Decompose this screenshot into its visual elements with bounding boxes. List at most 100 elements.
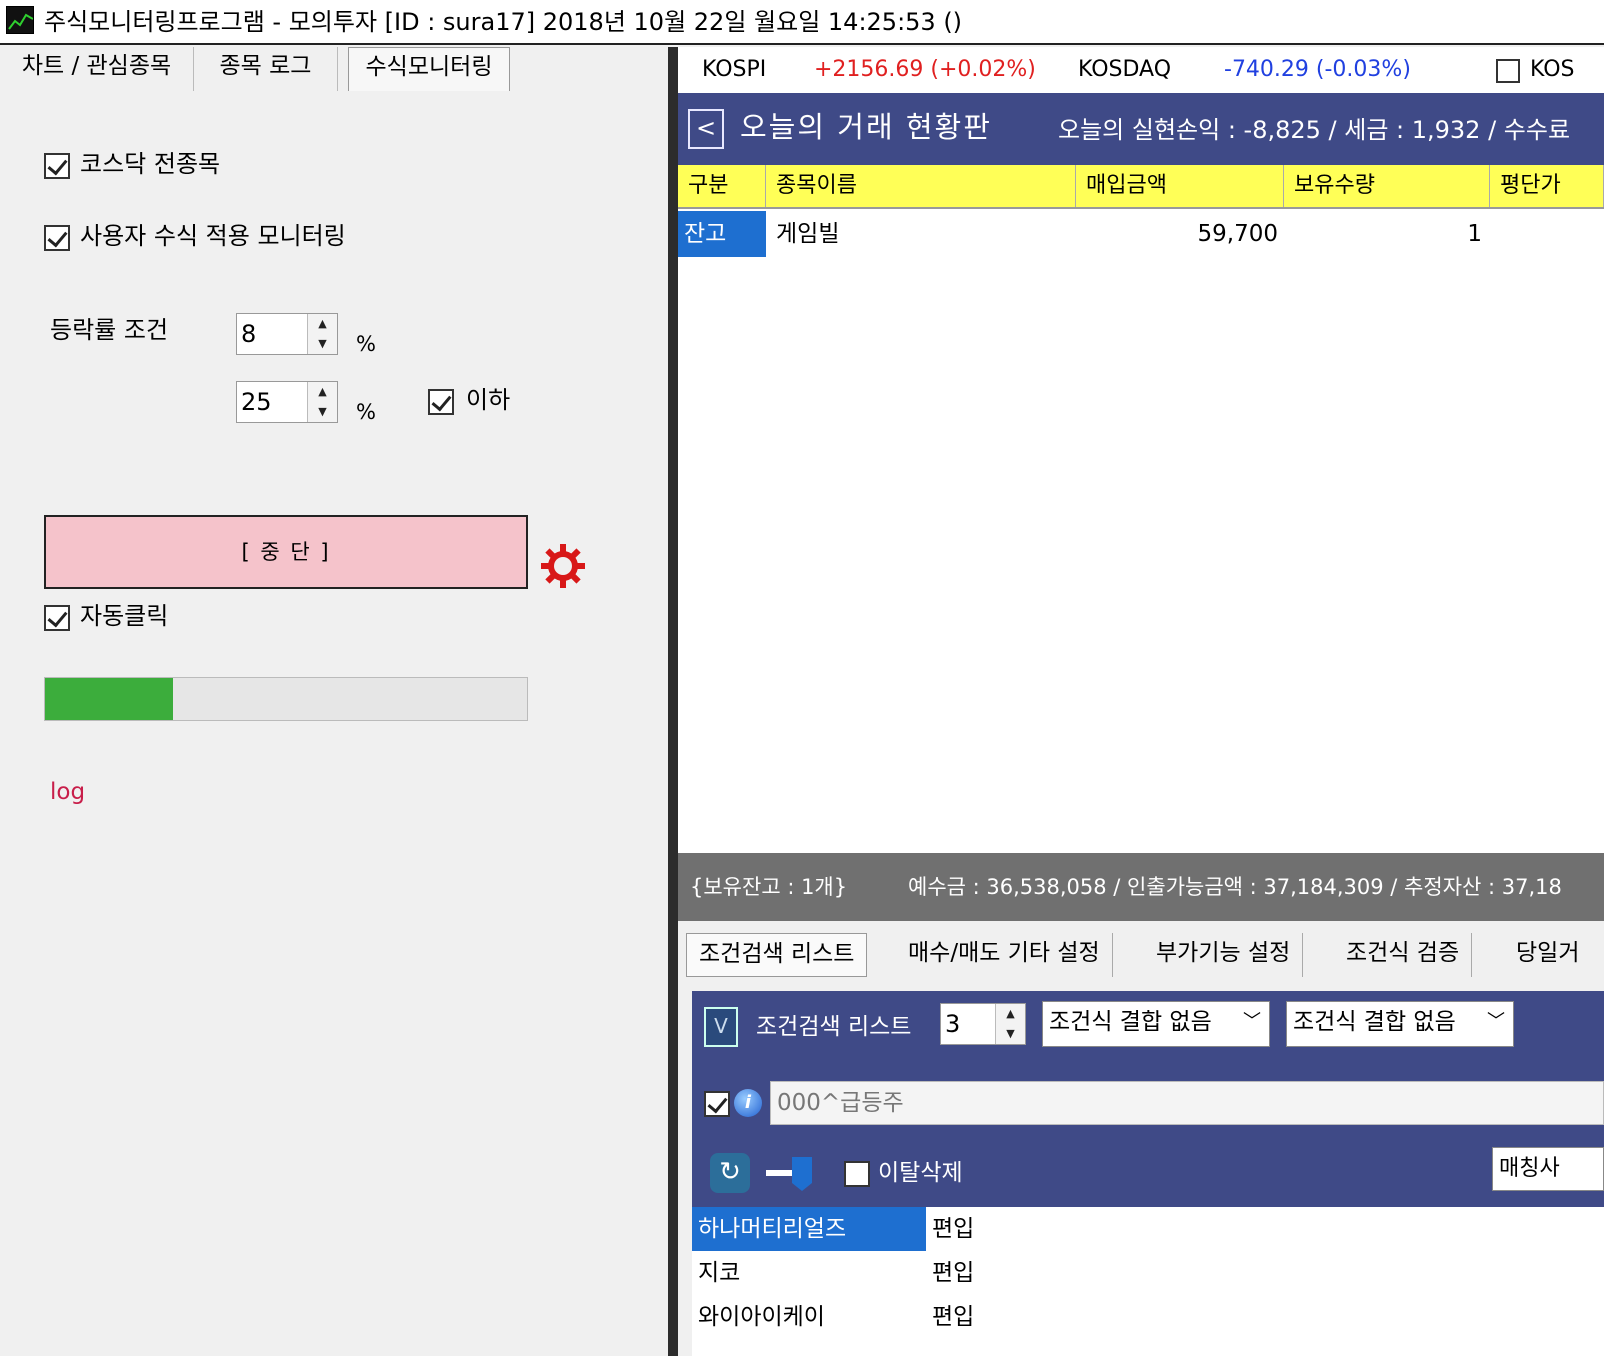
panel-splitter[interactable] bbox=[668, 47, 678, 1356]
list-item[interactable]: 지코 편입 bbox=[692, 1251, 1604, 1295]
kos-checkbox[interactable] bbox=[1496, 59, 1520, 83]
row-amount[interactable]: 59,700 bbox=[1076, 211, 1278, 257]
tab-stock-log[interactable]: 종목 로그 bbox=[194, 47, 338, 91]
result-list: 하나머티리얼즈 편입 지코 편입 와이아이케이 편입 bbox=[692, 1207, 1604, 1356]
list-item[interactable]: 하나머티리얼즈 편입 bbox=[692, 1207, 1604, 1251]
row-type[interactable]: 잔고 bbox=[678, 211, 766, 257]
column-header[interactable]: 종목이름 bbox=[766, 165, 1076, 207]
right-panel: KOSPI +2156.69 (+0.02%) KOSDAQ -740.29 (… bbox=[678, 47, 1604, 1356]
gear-icon bbox=[541, 544, 585, 588]
result-name[interactable]: 하나머티리얼즈 bbox=[692, 1207, 926, 1251]
row-qty[interactable]: 1 bbox=[1284, 211, 1482, 257]
tab-today[interactable]: 당일거 bbox=[1504, 933, 1591, 977]
row-stock-name[interactable]: 게임빌 bbox=[776, 211, 839, 257]
board-title: 오늘의 거래 현황판 bbox=[740, 110, 992, 144]
kospi-label: KOSPI bbox=[702, 57, 767, 82]
spin-down-icon[interactable]: ▼ bbox=[996, 1024, 1025, 1044]
spin-down-icon[interactable]: ▼ bbox=[308, 402, 337, 422]
spin-down-icon[interactable]: ▼ bbox=[308, 334, 337, 354]
table-row[interactable]: 잔고 게임빌 59,700 1 bbox=[678, 211, 1604, 257]
query-input[interactable]: 000^급등주 bbox=[770, 1081, 1604, 1125]
below-label: 이하 bbox=[466, 386, 511, 414]
table-header: 구분 종목이름 매입금액 보유수량 평단가 bbox=[678, 165, 1604, 209]
app-chart-icon bbox=[6, 6, 34, 34]
auto-click-label: 자동클릭 bbox=[80, 602, 169, 630]
tools-row: ↻ 이탈삭제 매칭사 bbox=[692, 1141, 1604, 1207]
condition-list-label: 조건검색 리스트 bbox=[756, 1014, 912, 1040]
back-button[interactable]: < bbox=[688, 109, 724, 149]
result-status: 편입 bbox=[932, 1260, 975, 1286]
stop-button[interactable]: [ 중 단 ] bbox=[44, 515, 528, 589]
title-bar: 주식모니터링프로그램 - 모의투자 [ID : sura17] 2018년 10… bbox=[0, 0, 1604, 45]
rate-max-spinner[interactable]: 25 ▲ ▼ bbox=[236, 381, 338, 423]
index-bar: KOSPI +2156.69 (+0.02%) KOSDAQ -740.29 (… bbox=[678, 47, 1604, 93]
below-checkbox[interactable] bbox=[428, 389, 454, 415]
balance-info: 예수금 : 36,538,058 / 인출가능금액 : 37,184,309 /… bbox=[908, 875, 1562, 899]
kospi-value: +2156.69 (+0.02%) bbox=[814, 57, 1036, 82]
query-enable-checkbox[interactable] bbox=[704, 1091, 730, 1117]
tab-chart-watchlist[interactable]: 차트 / 관심종목 bbox=[0, 47, 194, 91]
tab-formula-monitoring[interactable]: 수식모니터링 bbox=[348, 47, 510, 91]
result-name[interactable]: 지코 bbox=[692, 1251, 926, 1295]
progress-bar bbox=[44, 677, 528, 721]
percent-unit: % bbox=[356, 332, 376, 356]
rate-max-value[interactable]: 25 bbox=[241, 386, 272, 418]
chevron-down-icon[interactable]: ﹀ bbox=[1487, 1002, 1505, 1042]
formula-monitoring-label: 사용자 수식 적용 모니터링 bbox=[80, 222, 346, 250]
lower-panel: 조건검색 리스트 매수/매도 기타 설정 부가기능 설정 조건식 검증 당일거 … bbox=[678, 921, 1604, 1356]
kosdaq-label: KOSDAQ bbox=[1078, 57, 1172, 82]
left-panel: 차트 / 관심종목 종목 로그 수식모니터링 코스닥 전종목 사용자 수식 적용… bbox=[0, 47, 668, 1356]
auto-click-checkbox[interactable] bbox=[44, 605, 70, 631]
collapse-button[interactable]: V bbox=[704, 1007, 738, 1047]
match-button[interactable]: 매칭사 bbox=[1492, 1147, 1604, 1191]
combine-select-1[interactable]: 조건식 결합 없음 ﹀ bbox=[1042, 1001, 1270, 1047]
list-item[interactable]: 와이아이케이 편입 bbox=[692, 1295, 1604, 1339]
rate-max-arrows[interactable]: ▲ ▼ bbox=[307, 382, 337, 422]
kosdaq-value: -740.29 (-0.03%) bbox=[1224, 57, 1411, 82]
column-header[interactable]: 구분 bbox=[678, 165, 766, 207]
rate-min-value[interactable]: 8 bbox=[241, 318, 256, 350]
column-header[interactable]: 보유수량 bbox=[1284, 165, 1490, 207]
condition-count-spinner[interactable]: 3 ▲ ▼ bbox=[940, 1003, 1026, 1045]
chevron-down-icon[interactable]: ﹀ bbox=[1243, 1002, 1261, 1042]
rate-min-spinner[interactable]: 8 ▲ ▼ bbox=[236, 313, 338, 355]
kos-label: KOS bbox=[1530, 57, 1575, 82]
slider-toggle-icon[interactable] bbox=[766, 1153, 814, 1193]
condition-panel: V 조건검색 리스트 3 ▲ ▼ 조건식 결합 없음 ﹀ 조건식 결합 없음 ﹀ … bbox=[692, 991, 1604, 1356]
spin-up-icon[interactable]: ▲ bbox=[996, 1004, 1025, 1024]
info-icon[interactable]: i bbox=[734, 1089, 762, 1117]
percent-unit: % bbox=[356, 400, 376, 424]
result-status: 편입 bbox=[932, 1216, 975, 1242]
board-summary: 오늘의 실현손익 : -8,825 / 세금 : 1,932 / 수수료 bbox=[1058, 116, 1571, 144]
holding-count: {보유잔고 : 1개} bbox=[690, 875, 848, 899]
log-label: log bbox=[50, 779, 86, 805]
result-status: 편입 bbox=[932, 1304, 975, 1330]
column-header[interactable]: 평단가 bbox=[1490, 165, 1604, 207]
rate-min-arrows[interactable]: ▲ ▼ bbox=[307, 314, 337, 354]
status-bar: {보유잔고 : 1개} 예수금 : 36,538,058 / 인출가능금액 : … bbox=[678, 853, 1604, 921]
condition-count-arrows[interactable]: ▲ ▼ bbox=[995, 1004, 1025, 1044]
spin-up-icon[interactable]: ▲ bbox=[308, 382, 337, 402]
combine-select-1-value: 조건식 결합 없음 bbox=[1049, 1009, 1212, 1035]
spin-up-icon[interactable]: ▲ bbox=[308, 314, 337, 334]
remove-exit-checkbox[interactable] bbox=[844, 1161, 870, 1187]
remove-exit-label: 이탈삭제 bbox=[878, 1160, 963, 1186]
result-name[interactable]: 와이아이케이 bbox=[692, 1295, 926, 1339]
progress-fill bbox=[45, 678, 173, 720]
condition-count-value[interactable]: 3 bbox=[945, 1008, 960, 1040]
query-row: i 000^급등주 bbox=[692, 1077, 1604, 1141]
kosdaq-all-checkbox[interactable] bbox=[44, 153, 70, 179]
tab-buy-sell-settings[interactable]: 매수/매도 기타 설정 bbox=[896, 933, 1113, 977]
column-header[interactable]: 매입금액 bbox=[1076, 165, 1284, 207]
refresh-icon[interactable]: ↻ bbox=[710, 1153, 750, 1193]
formula-monitoring-checkbox[interactable] bbox=[44, 225, 70, 251]
tab-condition-verify[interactable]: 조건식 검증 bbox=[1334, 933, 1473, 977]
window-title: 주식모니터링프로그램 - 모의투자 [ID : sura17] 2018년 10… bbox=[44, 8, 963, 36]
combine-select-2[interactable]: 조건식 결합 없음 ﹀ bbox=[1286, 1001, 1514, 1047]
board-header: < 오늘의 거래 현황판 오늘의 실현손익 : -8,825 / 세금 : 1,… bbox=[678, 93, 1604, 165]
tab-condition-list[interactable]: 조건검색 리스트 bbox=[686, 933, 868, 977]
kosdaq-all-label: 코스닥 전종목 bbox=[80, 150, 221, 178]
rate-condition-label: 등락률 조건 bbox=[50, 316, 169, 344]
combine-select-2-value: 조건식 결합 없음 bbox=[1293, 1009, 1456, 1035]
tab-extra-settings[interactable]: 부가기능 설정 bbox=[1144, 933, 1304, 977]
